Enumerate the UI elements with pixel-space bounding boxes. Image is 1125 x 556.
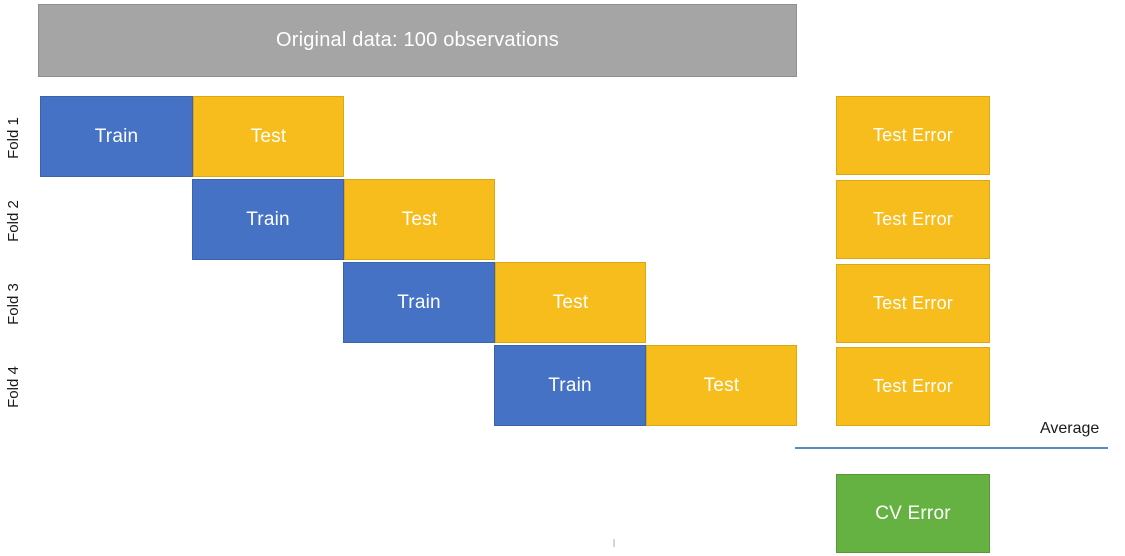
fold-1-train-label: Train	[94, 125, 139, 147]
average-divider-line	[795, 447, 1108, 449]
fold-4-test-label: Test	[703, 374, 740, 396]
fold-3-test-box: Test	[495, 262, 646, 343]
test-error-box-fold-1: Test Error	[836, 96, 990, 175]
test-error-box-fold-2: Test Error	[836, 180, 990, 259]
test-error-box-fold-3: Test Error	[836, 264, 990, 343]
fold-2-train-box: Train	[192, 179, 344, 260]
test-error-label-fold-2: Test Error	[872, 209, 953, 229]
fold-label-1: Fold 1	[4, 117, 22, 159]
original-data-box: Original data: 100 observations	[38, 4, 797, 77]
test-error-label-fold-4: Test Error	[872, 376, 953, 396]
fold-1-test-label: Test	[250, 125, 287, 147]
fold-2-test-label: Test	[401, 208, 438, 230]
cv-error-label: CV Error	[875, 502, 951, 524]
fold-3-train-label: Train	[397, 291, 441, 313]
average-label: Average	[1040, 420, 1100, 437]
fold-4-train-label: Train	[548, 374, 592, 396]
fold-4-train-box: Train	[494, 345, 646, 426]
fold-1-test-box: Test	[193, 96, 344, 177]
fold-label-4: Fold 4	[4, 366, 22, 408]
test-error-label-fold-3: Test Error	[872, 293, 953, 313]
cv-error-box: CV Error	[836, 474, 990, 553]
cross-validation-diagram: Original data: 100 observations Fold 1 F…	[0, 0, 1125, 556]
test-error-box-fold-4: Test Error	[836, 347, 990, 426]
artifact-speck	[613, 539, 615, 547]
fold-label-3: Fold 3	[4, 283, 22, 325]
test-error-label-fold-1: Test Error	[872, 125, 953, 145]
fold-1-train-box: Train	[40, 96, 193, 177]
fold-4-test-box: Test	[646, 345, 797, 426]
fold-3-train-box: Train	[343, 262, 495, 343]
original-data-label: Original data: 100 observations	[275, 29, 560, 51]
fold-3-test-label: Test	[552, 291, 589, 313]
fold-label-2: Fold 2	[4, 200, 22, 242]
fold-2-test-box: Test	[344, 179, 495, 260]
fold-2-train-label: Train	[246, 208, 290, 230]
